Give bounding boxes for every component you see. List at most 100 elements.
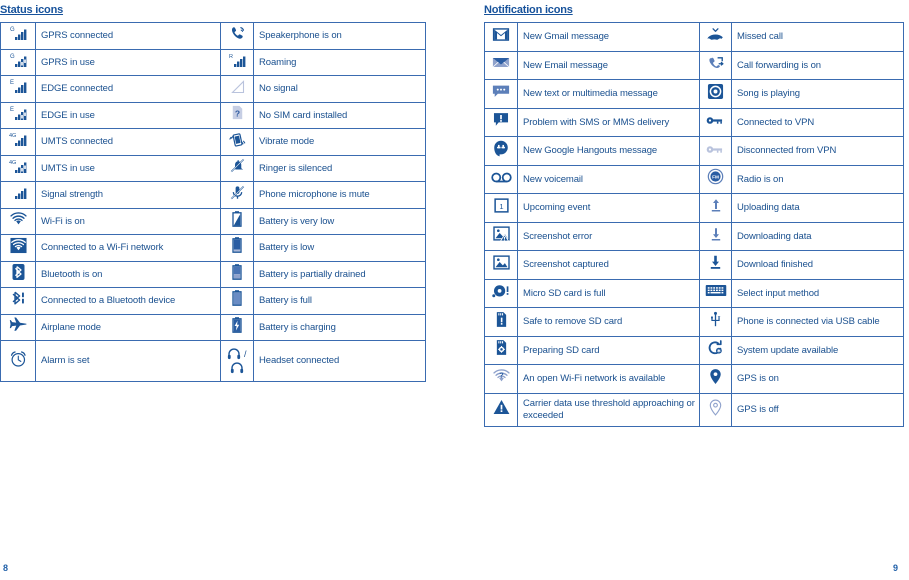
table-row: Connected to a Wi-Fi network Battery is … bbox=[0, 234, 426, 262]
table-row: G GPRS connected Speakerphone is on bbox=[0, 22, 426, 50]
notification-icons-heading: Notification icons bbox=[484, 4, 573, 16]
notification-label: New text or multimedia message bbox=[517, 79, 700, 109]
status-label: Battery is low bbox=[253, 234, 426, 262]
wifi-connected-icon bbox=[0, 234, 36, 262]
carrier-data-warning-icon bbox=[484, 392, 518, 427]
speakerphone-icon bbox=[220, 22, 254, 50]
notification-label: New Google Hangouts message bbox=[517, 136, 700, 166]
table-row: Wi-Fi is on Battery is very low bbox=[0, 207, 426, 235]
svg-text:R: R bbox=[229, 54, 233, 60]
table-row: ? An open Wi-Fi network is available GPS… bbox=[484, 364, 904, 394]
screenshot-error-icon bbox=[484, 221, 518, 251]
notification-label: Call forwarding is on bbox=[731, 50, 904, 80]
status-label: Battery is charging bbox=[253, 313, 426, 341]
notification-label: Phone is connected via USB cable bbox=[731, 307, 904, 337]
radio-on-icon: FM bbox=[699, 164, 732, 194]
notification-label: GPS is off bbox=[731, 392, 904, 427]
status-label: No signal bbox=[253, 75, 426, 103]
notification-label: Uploading data bbox=[731, 193, 904, 223]
status-label: Battery is very low bbox=[253, 207, 426, 235]
table-row: New Email message Call forwarding is on bbox=[484, 50, 904, 80]
status-label: Connected to a Bluetooth device bbox=[35, 287, 221, 315]
umts-connected-icon: 4G bbox=[0, 128, 36, 156]
table-row: Safe to remove SD card Phone is connecte… bbox=[484, 307, 904, 337]
notification-label: New Gmail message bbox=[517, 22, 700, 52]
battery-partial-icon bbox=[220, 260, 254, 288]
no-signal-icon bbox=[220, 75, 254, 103]
select-input-method-icon bbox=[699, 278, 732, 308]
vpn-disconnected-icon bbox=[699, 136, 732, 166]
table-row: Connected to a Bluetooth device Battery … bbox=[0, 287, 426, 315]
no-sim-card-icon: ? bbox=[220, 101, 254, 129]
status-icons-section: Status icons G GPRS connected Speakerpho… bbox=[0, 0, 455, 382]
sd-card-preparing-icon bbox=[484, 335, 518, 365]
table-row: Signal strength Phone microphone is mute bbox=[0, 181, 426, 209]
page-number-right: 9 bbox=[893, 563, 899, 573]
notification-icons-table: New Gmail message Missed call New Email … bbox=[484, 22, 904, 427]
svg-text:4G: 4G bbox=[9, 160, 16, 166]
status-label: Signal strength bbox=[35, 181, 221, 209]
new-email-icon bbox=[484, 50, 518, 80]
svg-text:4G: 4G bbox=[9, 133, 16, 139]
status-label: Bluetooth is on bbox=[35, 260, 221, 288]
gps-off-icon bbox=[699, 392, 732, 427]
status-label: Phone microphone is mute bbox=[253, 181, 426, 209]
umts-in-use-icon: 4G bbox=[0, 154, 36, 182]
status-label: Battery is partially drained bbox=[253, 260, 426, 288]
table-row: E EDGE connected No signal bbox=[0, 75, 426, 103]
svg-text:1: 1 bbox=[499, 202, 503, 211]
table-row: Carrier data use threshold approaching o… bbox=[484, 392, 904, 427]
status-icons-heading: Status icons bbox=[0, 4, 64, 16]
status-label: EDGE connected bbox=[35, 75, 221, 103]
notification-label: Connected to VPN bbox=[731, 107, 904, 137]
roaming-icon: R bbox=[220, 48, 254, 76]
table-row: New Google Hangouts message Disconnected… bbox=[484, 136, 904, 166]
status-label: Wi-Fi is on bbox=[35, 207, 221, 235]
svg-text:?: ? bbox=[234, 109, 239, 119]
status-icons-table: G GPRS connected Speakerphone is on G GP… bbox=[0, 22, 426, 382]
notification-label: Screenshot error bbox=[517, 221, 700, 251]
usb-connected-icon bbox=[699, 307, 732, 337]
status-label: Ringer is silenced bbox=[253, 154, 426, 182]
song-playing-icon bbox=[699, 79, 732, 109]
open-wifi-icon: ? bbox=[484, 364, 518, 394]
notification-label: New Email message bbox=[517, 50, 700, 80]
uploading-data-icon bbox=[699, 193, 732, 223]
system-update-icon bbox=[699, 335, 732, 365]
status-label: Speakerphone is on bbox=[253, 22, 426, 50]
gprs-in-use-icon: G bbox=[0, 48, 36, 76]
new-gmail-icon bbox=[484, 22, 518, 52]
missed-call-icon bbox=[699, 22, 732, 52]
svg-text:G: G bbox=[10, 54, 15, 60]
notification-label: An open Wi-Fi network is available bbox=[517, 364, 700, 394]
headset-separator: / bbox=[241, 349, 247, 359]
edge-in-use-icon: E bbox=[0, 101, 36, 129]
table-row: New Gmail message Missed call bbox=[484, 22, 904, 52]
status-label: Vibrate mode bbox=[253, 128, 426, 156]
table-row: Preparing SD card System update availabl… bbox=[484, 335, 904, 365]
status-label: Connected to a Wi-Fi network bbox=[35, 234, 221, 262]
call-forwarding-icon bbox=[699, 50, 732, 80]
gps-on-icon bbox=[699, 364, 732, 394]
notification-label: Download finished bbox=[731, 250, 904, 280]
table-row: Screenshot error Downloading data bbox=[484, 221, 904, 251]
table-row: E EDGE in use ? No SIM card installed bbox=[0, 101, 426, 129]
sd-card-full-icon bbox=[484, 278, 518, 308]
airplane-mode-icon bbox=[0, 313, 36, 341]
table-row: 4G UMTS in use Ringer is silenced bbox=[0, 154, 426, 182]
bluetooth-on-icon bbox=[0, 260, 36, 288]
table-row: Bluetooth is on Battery is partially dra… bbox=[0, 260, 426, 288]
svg-text:G: G bbox=[10, 27, 15, 33]
microphone-mute-icon bbox=[220, 181, 254, 209]
notification-label: Song is playing bbox=[731, 79, 904, 109]
table-row: 4G UMTS connected Vibrate mode bbox=[0, 128, 426, 156]
vpn-connected-icon bbox=[699, 107, 732, 137]
table-row: G GPRS in use R Roaming bbox=[0, 48, 426, 76]
battery-very-low-icon bbox=[220, 207, 254, 235]
headset-connected-icon: / bbox=[220, 340, 254, 382]
status-label: GPRS in use bbox=[35, 48, 221, 76]
table-row: Alarm is set / Headset connected bbox=[0, 340, 426, 382]
status-label: Battery is full bbox=[253, 287, 426, 315]
ringer-silenced-icon bbox=[220, 154, 254, 182]
notification-label: Disconnected from VPN bbox=[731, 136, 904, 166]
